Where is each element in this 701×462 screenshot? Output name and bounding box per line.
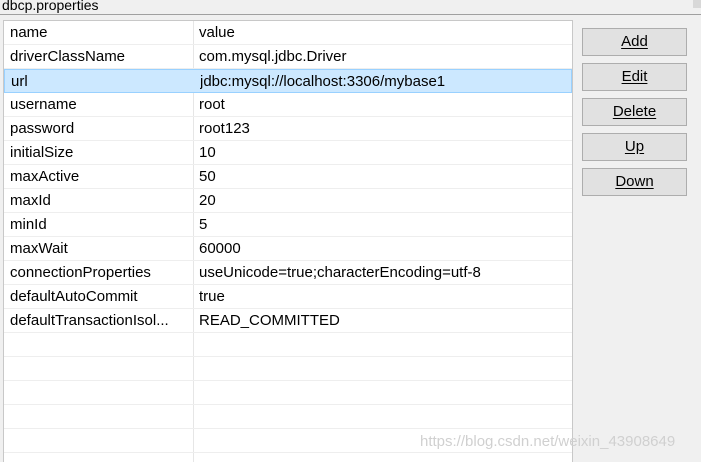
add-button[interactable]: Add: [582, 28, 687, 56]
property-value-cell[interactable]: 5: [199, 213, 569, 236]
table-row[interactable]: initialSize 10: [4, 141, 572, 165]
window-corner: [693, 0, 701, 8]
table-body: driverClassName com.mysql.jdbc.Driver url j…: [4, 45, 572, 453]
button-panel: Add Edit Delete Up Down: [582, 28, 687, 203]
empty-table-row[interactable]: [4, 381, 572, 405]
property-name-cell[interactable]: username: [10, 93, 190, 116]
property-value-cell[interactable]: 60000: [199, 237, 569, 260]
table-row[interactable]: url jdbc:mysql://localhost:3306/mybase1: [4, 69, 572, 93]
empty-table-row[interactable]: [4, 357, 572, 381]
property-value-cell[interactable]: jdbc:mysql://localhost:3306/mybase1: [200, 70, 570, 93]
property-value-cell[interactable]: root: [199, 93, 569, 116]
down-button[interactable]: Down: [582, 168, 687, 196]
table-row[interactable]: driverClassName com.mysql.jdbc.Driver: [4, 45, 572, 69]
property-name-cell[interactable]: maxId: [10, 189, 190, 212]
watermark-text: https://blog.csdn.net/weixin_43908649: [420, 433, 676, 450]
file-title: dbcp.properties: [2, 0, 99, 13]
up-button[interactable]: Up: [582, 133, 687, 161]
property-name-cell[interactable]: maxActive: [10, 165, 190, 188]
table-row[interactable]: connectionProperties useUnicode=true;char…: [4, 261, 572, 285]
property-value-cell[interactable]: 10: [199, 141, 569, 164]
property-name-cell[interactable]: minId: [10, 213, 190, 236]
divider: [0, 14, 701, 15]
table-row[interactable]: password root123: [4, 117, 572, 141]
table-header-row: name value: [4, 21, 572, 45]
properties-table[interactable]: name value driverClassName com.mysql.jdbc…: [3, 20, 573, 462]
property-name-cell[interactable]: initialSize: [10, 141, 190, 164]
property-name-cell[interactable]: connectionProperties: [10, 261, 190, 284]
property-value-cell[interactable]: useUnicode=true;characterEncoding=utf-8: [199, 261, 569, 284]
table-row[interactable]: defaultTransactionIsol... READ_COMMITTED: [4, 309, 572, 333]
property-value-cell[interactable]: READ_COMMITTED: [199, 309, 569, 332]
column-header-value[interactable]: value: [199, 21, 569, 44]
property-value-cell[interactable]: 20: [199, 189, 569, 212]
property-value-cell[interactable]: root123: [199, 117, 569, 140]
property-value-cell[interactable]: com.mysql.jdbc.Driver: [199, 45, 569, 68]
edit-button[interactable]: Edit: [582, 63, 687, 91]
empty-table-row[interactable]: [4, 333, 572, 357]
property-name-cell[interactable]: driverClassName: [10, 45, 190, 68]
table-row[interactable]: maxId 20: [4, 189, 572, 213]
properties-editor: dbcp.properties name value driverClassNa…: [0, 0, 701, 462]
table-row[interactable]: maxActive 50: [4, 165, 572, 189]
property-name-cell[interactable]: maxWait: [10, 237, 190, 260]
table-row[interactable]: defaultAutoCommit true: [4, 285, 572, 309]
property-value-cell[interactable]: true: [199, 285, 569, 308]
empty-table-row[interactable]: [4, 405, 572, 429]
table-row[interactable]: username root: [4, 93, 572, 117]
table-row[interactable]: maxWait 60000: [4, 237, 572, 261]
column-header-name[interactable]: name: [10, 21, 190, 44]
property-name-cell[interactable]: url: [11, 70, 191, 93]
property-value-cell[interactable]: 50: [199, 165, 569, 188]
property-name-cell[interactable]: defaultAutoCommit: [10, 285, 190, 308]
property-name-cell[interactable]: defaultTransactionIsol...: [10, 309, 190, 332]
table-row[interactable]: minId 5: [4, 213, 572, 237]
delete-button[interactable]: Delete: [582, 98, 687, 126]
property-name-cell[interactable]: password: [10, 117, 190, 140]
